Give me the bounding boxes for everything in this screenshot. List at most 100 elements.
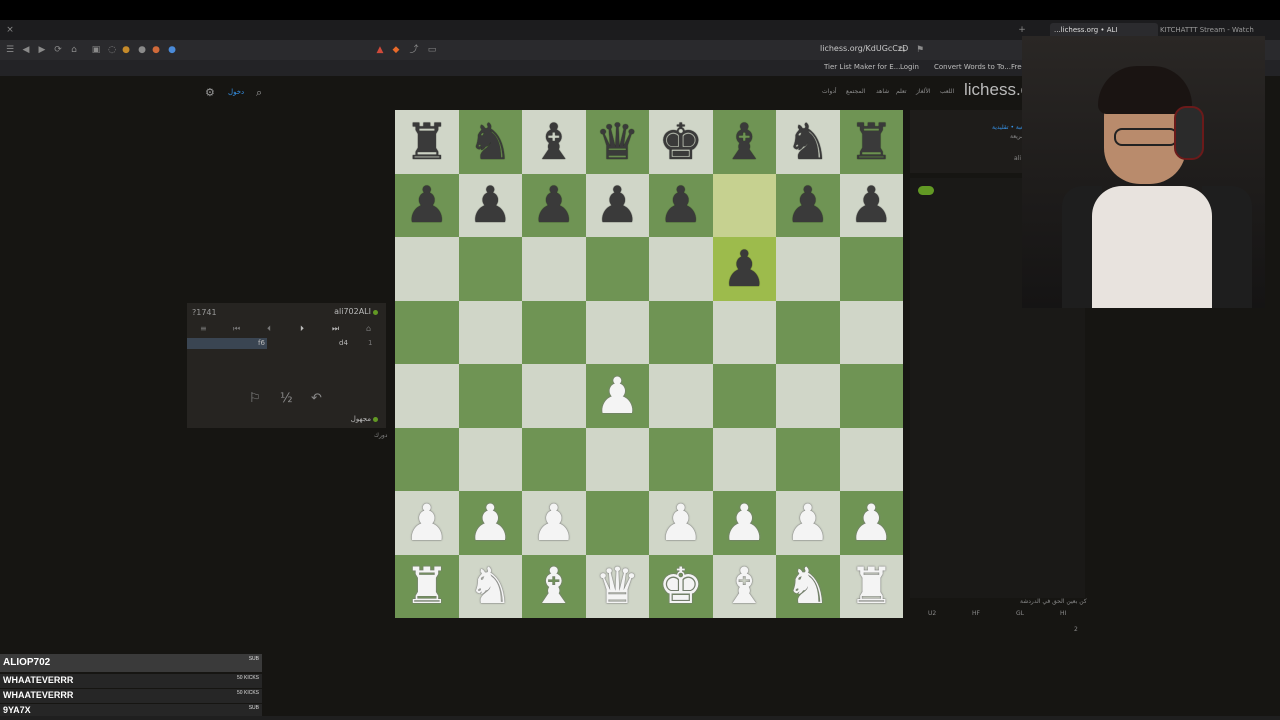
black-bishop-icon[interactable]: ♝ xyxy=(722,117,767,167)
move-white[interactable]: d4 xyxy=(339,339,348,347)
square-b8[interactable]: ♞ xyxy=(458,110,522,174)
site-logo[interactable]: lichess.o xyxy=(964,80,1030,100)
white-rook-icon[interactable]: ♜ xyxy=(404,561,449,611)
square-a3[interactable] xyxy=(395,427,459,491)
black-pawn-icon[interactable]: ♟ xyxy=(404,180,449,230)
nav-learn[interactable]: تعلم xyxy=(896,88,907,95)
square-g7[interactable]: ♟ xyxy=(776,173,840,237)
chat-icon[interactable]: ◌ xyxy=(106,44,118,56)
menu-icon[interactable]: ≡ xyxy=(200,324,207,333)
black-pawn-icon[interactable]: ♟ xyxy=(785,180,830,230)
square-d7[interactable]: ♟ xyxy=(585,173,649,237)
nav-watch[interactable]: شاهد xyxy=(876,88,889,95)
square-d3[interactable] xyxy=(585,427,649,491)
extension-gray-icon[interactable]: ● xyxy=(136,44,148,56)
player-name[interactable]: مجهول xyxy=(351,415,371,423)
white-queen-icon[interactable]: ♛ xyxy=(595,561,640,611)
black-queen-icon[interactable]: ♛ xyxy=(595,117,640,167)
white-pawn-icon[interactable]: ♟ xyxy=(531,498,576,548)
square-f5[interactable] xyxy=(712,300,776,364)
square-a4[interactable] xyxy=(395,364,459,428)
white-rook-icon[interactable]: ♜ xyxy=(849,561,894,611)
square-a1[interactable]: ♜ xyxy=(395,554,459,618)
white-knight-icon[interactable]: ♞ xyxy=(468,561,513,611)
square-f6[interactable]: ♟ xyxy=(712,237,776,301)
square-a5[interactable] xyxy=(395,300,459,364)
extension-blue-icon[interactable]: ● xyxy=(166,44,178,56)
square-f1[interactable]: ♝ xyxy=(712,554,776,618)
square-h6[interactable] xyxy=(839,237,903,301)
back-icon[interactable]: ◀ xyxy=(20,44,32,56)
square-g8[interactable]: ♞ xyxy=(776,110,840,174)
square-a7[interactable]: ♟ xyxy=(395,173,459,237)
share-icon[interactable]: ⤴ xyxy=(408,44,420,56)
nav-community[interactable]: المجتمع xyxy=(846,88,865,95)
screen-icon[interactable]: ▭ xyxy=(426,44,438,56)
black-king-icon[interactable]: ♚ xyxy=(658,117,703,167)
takeback-icon[interactable]: ↶ xyxy=(311,391,322,406)
square-a8[interactable]: ♜ xyxy=(395,110,459,174)
square-h3[interactable] xyxy=(839,427,903,491)
square-c1[interactable]: ♝ xyxy=(522,554,586,618)
square-e5[interactable] xyxy=(649,300,713,364)
bookmark-item[interactable]: Tier List Maker for E... xyxy=(824,63,900,71)
square-c8[interactable]: ♝ xyxy=(522,110,586,174)
square-g6[interactable] xyxy=(776,237,840,301)
new-tab-icon[interactable]: + xyxy=(1016,24,1028,36)
square-e1[interactable]: ♚ xyxy=(649,554,713,618)
square-b7[interactable]: ♟ xyxy=(458,173,522,237)
square-e3[interactable] xyxy=(649,427,713,491)
white-pawn-icon[interactable]: ♟ xyxy=(658,498,703,548)
shield-icon[interactable]: ▲ xyxy=(374,44,386,56)
white-pawn-icon[interactable]: ♟ xyxy=(849,498,894,548)
chat-col[interactable]: HI xyxy=(1060,610,1066,617)
square-h2[interactable]: ♟ xyxy=(839,491,903,555)
chat-toggle[interactable] xyxy=(918,186,934,195)
square-b5[interactable] xyxy=(458,300,522,364)
signin-link[interactable]: دخول xyxy=(228,88,244,96)
square-c2[interactable]: ♟ xyxy=(522,491,586,555)
square-h1[interactable]: ♜ xyxy=(839,554,903,618)
square-e8[interactable]: ♚ xyxy=(649,110,713,174)
square-c4[interactable] xyxy=(522,364,586,428)
bookmark-item[interactable]: Login xyxy=(900,63,919,71)
square-b2[interactable]: ♟ xyxy=(458,491,522,555)
extension-red-icon[interactable]: ● xyxy=(150,44,162,56)
square-h8[interactable]: ♜ xyxy=(839,110,903,174)
resign-flag-icon[interactable]: ⚐ xyxy=(249,391,261,406)
white-pawn-icon[interactable]: ♟ xyxy=(404,498,449,548)
square-d4[interactable]: ♟ xyxy=(585,364,649,428)
square-c6[interactable] xyxy=(522,237,586,301)
black-knight-icon[interactable]: ♞ xyxy=(785,117,830,167)
white-pawn-icon[interactable]: ♟ xyxy=(468,498,513,548)
nav-play[interactable]: اللعب xyxy=(940,88,954,95)
square-h4[interactable] xyxy=(839,364,903,428)
square-e6[interactable] xyxy=(649,237,713,301)
square-f8[interactable]: ♝ xyxy=(712,110,776,174)
white-knight-icon[interactable]: ♞ xyxy=(785,561,830,611)
square-b1[interactable]: ♞ xyxy=(458,554,522,618)
square-f4[interactable] xyxy=(712,364,776,428)
square-d5[interactable] xyxy=(585,300,649,364)
black-pawn-icon[interactable]: ♟ xyxy=(531,180,576,230)
square-b3[interactable] xyxy=(458,427,522,491)
square-d8[interactable]: ♛ xyxy=(585,110,649,174)
black-rook-icon[interactable]: ♜ xyxy=(404,117,449,167)
next-move-icon[interactable]: ⏵ xyxy=(300,324,304,334)
chat-col[interactable]: HF xyxy=(972,610,980,617)
white-pawn-icon[interactable]: ♟ xyxy=(785,498,830,548)
offer-draw-button[interactable]: ½ xyxy=(280,391,293,406)
square-b6[interactable] xyxy=(458,237,522,301)
white-bishop-icon[interactable]: ♝ xyxy=(531,561,576,611)
prev-move-icon[interactable]: ⏴ xyxy=(267,324,271,334)
square-f7[interactable] xyxy=(712,173,776,237)
square-a6[interactable] xyxy=(395,237,459,301)
gear-icon[interactable]: ⚙ xyxy=(205,86,215,99)
square-d1[interactable]: ♛ xyxy=(585,554,649,618)
white-bishop-icon[interactable]: ♝ xyxy=(722,561,767,611)
menu-icon[interactable]: ☰ xyxy=(4,44,16,56)
chat-col[interactable]: GL xyxy=(1016,610,1024,617)
first-move-icon[interactable]: ⏮ xyxy=(233,324,240,334)
square-g5[interactable] xyxy=(776,300,840,364)
square-a2[interactable]: ♟ xyxy=(395,491,459,555)
